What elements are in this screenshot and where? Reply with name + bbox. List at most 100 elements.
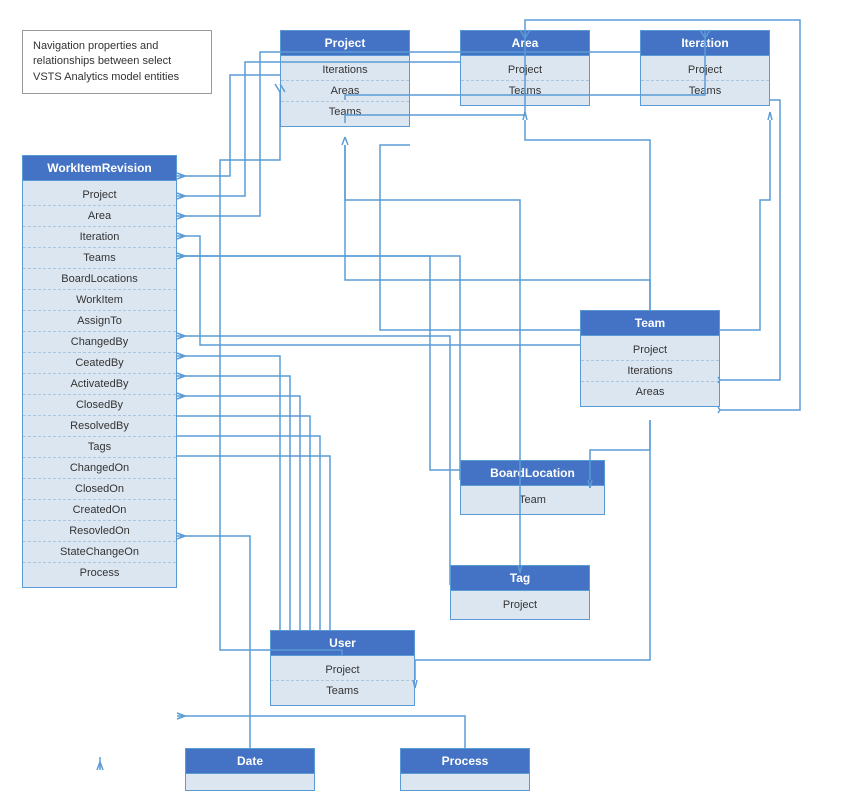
diagram-container: Navigation properties and relationships … [0, 0, 850, 794]
entity-area-header: Area [461, 31, 589, 56]
cf15a [523, 112, 525, 120]
arrow-date2 [100, 762, 103, 770]
cf7b [177, 356, 185, 359]
cf15b [525, 112, 527, 120]
entity-process-body [401, 774, 529, 790]
field-wir-area: Area [23, 206, 176, 227]
field-iter-teams: Teams [641, 81, 769, 101]
field-proj-iterations: Iterations [281, 60, 409, 81]
entity-iteration-body: Project Teams [641, 56, 769, 105]
conn-user-project [220, 90, 342, 655]
field-wir-process: Process [23, 563, 176, 583]
entity-boardlocation-header: BoardLocation [461, 461, 604, 486]
field-team-areas: Areas [581, 382, 719, 402]
conn-wir-boardlocations [177, 256, 460, 480]
field-iter-project: Project [641, 60, 769, 81]
entity-iteration: Iteration Project Teams [640, 30, 770, 106]
cf1b [177, 176, 185, 179]
cf12b [345, 137, 348, 145]
entity-project-body: Iterations Areas Teams [281, 56, 409, 126]
field-wir-resolvedby: ResolvedBy [23, 416, 176, 437]
conn-team-project [380, 145, 580, 330]
arrow-date1 [97, 762, 100, 770]
field-area-project: Project [461, 60, 589, 81]
field-user-teams: Teams [271, 681, 414, 701]
conn-wir-assignto [177, 356, 280, 630]
entity-workitemrevision: WorkItemRevision Project Area Iteration … [22, 155, 177, 588]
field-wir-resovledon: ResovledOn [23, 521, 176, 542]
conn-wir-ceatedby [177, 396, 300, 630]
conn-proj-teams [345, 145, 650, 310]
field-wir-ceatedby: CeatedBy [23, 353, 176, 374]
field-proj-areas: Areas [281, 81, 409, 102]
entity-team: Team Project Iterations Areas [580, 310, 720, 407]
conn-wir-teams [177, 236, 580, 345]
entity-process: Process [400, 748, 530, 791]
cf10a [177, 533, 185, 536]
conn-wir-process [177, 716, 465, 748]
cf11b [177, 716, 185, 719]
entity-tag-body: Project [451, 591, 589, 619]
conn-wir-changedon [177, 536, 250, 748]
cf10b [177, 536, 185, 539]
entity-user-header: User [271, 631, 414, 656]
cf16b [770, 112, 772, 120]
field-wir-tags: Tags [23, 437, 176, 458]
conn-wir-closedby [177, 436, 320, 630]
cf8a [177, 373, 185, 376]
field-wir-assignto: AssignTo [23, 311, 176, 332]
cf7a [177, 353, 185, 356]
field-tag-project: Project [451, 595, 589, 615]
field-wir-boardlocations: BoardLocations [23, 269, 176, 290]
conn-wir-resolvedby [177, 456, 330, 630]
entity-workitemrevision-body: Project Area Iteration Teams BoardLocati… [23, 181, 176, 587]
entity-date-header: Date [186, 749, 314, 774]
cf3b [177, 216, 185, 219]
field-area-teams: Teams [461, 81, 589, 101]
conn-wir-changedby [177, 376, 290, 630]
field-wir-workitem: WorkItem [23, 290, 176, 311]
cf5a [177, 253, 185, 256]
field-wir-closedon: ClosedOn [23, 479, 176, 500]
cf9b [177, 396, 185, 399]
entity-date: Date [185, 748, 315, 791]
cf6a [177, 333, 185, 336]
cf4a [177, 233, 185, 236]
conn-wir-tags [177, 336, 450, 585]
cf3a [177, 213, 185, 216]
cf6b [177, 336, 185, 339]
entity-user: User Project Teams [270, 630, 415, 706]
cf12a [342, 137, 345, 145]
entity-boardlocation-body: Team [461, 486, 604, 514]
entity-date-body [186, 774, 314, 790]
entity-tag-header: Tag [451, 566, 589, 591]
cf8b [177, 376, 185, 379]
entity-user-body: Project Teams [271, 656, 414, 705]
cf5b [177, 256, 185, 259]
cf18b [718, 410, 720, 413]
field-bl-team: Team [461, 490, 604, 510]
field-wir-changedon: ChangedOn [23, 458, 176, 479]
entity-area-body: Project Teams [461, 56, 589, 105]
cf1a [177, 173, 185, 176]
conn-wir-bl2 [177, 256, 460, 470]
field-wir-project: Project [23, 185, 176, 206]
cf21b [415, 680, 417, 688]
field-wir-changedby: ChangedBy [23, 332, 176, 353]
conn-user-teams [415, 420, 650, 680]
field-wir-iteration: Iteration [23, 227, 176, 248]
note-text: Navigation properties and relationships … [33, 40, 179, 83]
entity-project: Project Iterations Areas Teams [280, 30, 410, 127]
field-wir-closedby: ClosedBy [23, 395, 176, 416]
cf4b [177, 236, 185, 239]
entity-tag: Tag Project [450, 565, 590, 620]
entity-team-header: Team [581, 311, 719, 336]
field-proj-teams: Teams [281, 102, 409, 122]
field-team-project: Project [581, 340, 719, 361]
field-wir-teams: Teams [23, 248, 176, 269]
cf18a [718, 407, 720, 410]
conn-iter-teams [720, 120, 770, 330]
field-team-iterations: Iterations [581, 361, 719, 382]
entity-area: Area Project Teams [460, 30, 590, 106]
entity-process-header: Process [401, 749, 529, 774]
